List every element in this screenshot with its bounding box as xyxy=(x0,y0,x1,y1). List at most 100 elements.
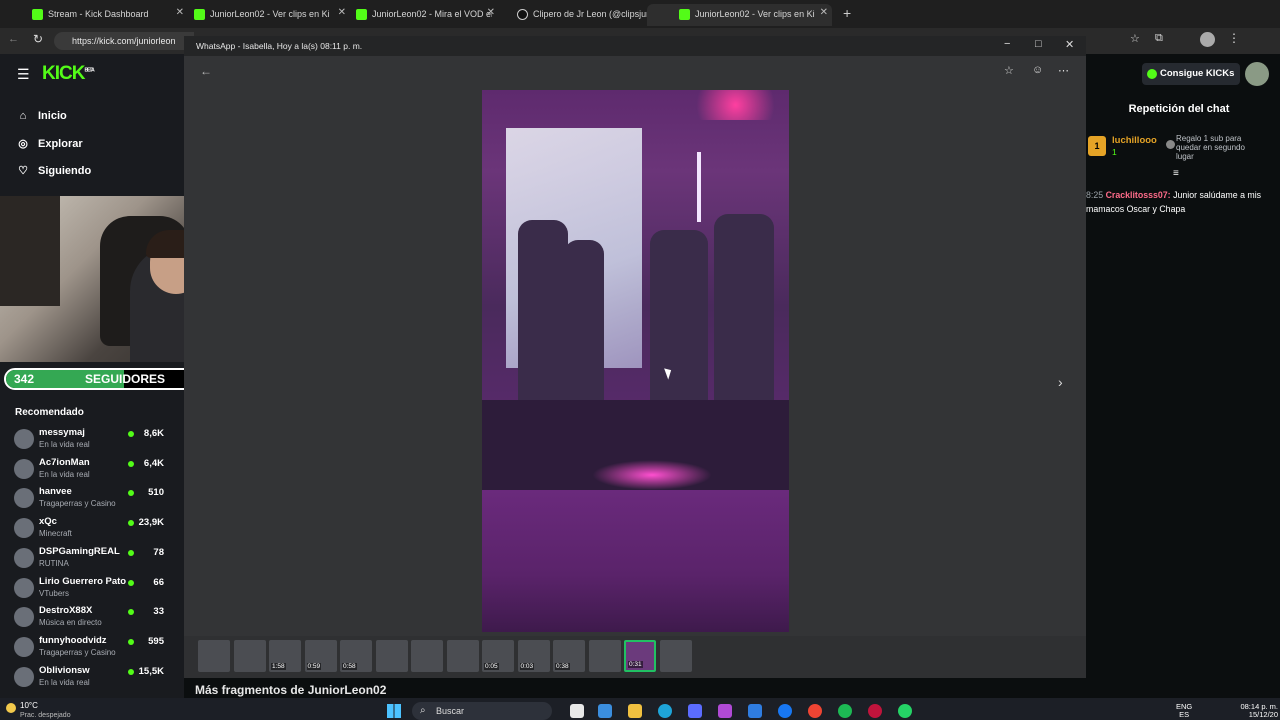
performer xyxy=(518,220,568,410)
app-icon[interactable] xyxy=(748,704,762,718)
browser-tab[interactable]: JuniorLeon02 - Ver clips en Kick ✕ xyxy=(162,4,350,26)
spotify-icon[interactable] xyxy=(838,704,852,718)
gifter-name[interactable]: luchillooo xyxy=(1112,135,1157,146)
media-thumbnail[interactable]: 0:38 xyxy=(553,640,585,672)
channel-category: Música en directo xyxy=(39,618,102,628)
emoji-icon[interactable]: ☺ xyxy=(1032,64,1043,76)
list-item[interactable]: Lirio Guerrero Pato VTubers 66 xyxy=(14,576,166,604)
windows-start-icon[interactable] xyxy=(387,704,401,718)
chat-user[interactable]: Cracklitosss07: xyxy=(1106,190,1171,200)
live-dot-icon xyxy=(128,460,134,467)
nav-siguiendo[interactable]: ♡ Siguiendo xyxy=(16,164,91,178)
app-icon[interactable] xyxy=(598,704,612,718)
get-kicks-button[interactable]: Consigue KICKs xyxy=(1142,63,1240,85)
media-thumbnail[interactable] xyxy=(411,640,443,672)
back-arrow-icon[interactable]: ← xyxy=(200,64,212,78)
media-thumbnail[interactable]: 0:05 xyxy=(482,640,514,672)
taskbar-search[interactable]: ⌕ Buscar xyxy=(412,702,552,720)
live-dot-icon xyxy=(128,668,134,675)
home-icon: ⌂ xyxy=(19,110,27,122)
stage-light xyxy=(682,90,789,120)
browser-tab[interactable]: JuniorLeon02 - Ver clips en Kick ✕ xyxy=(647,4,832,26)
app-icon[interactable] xyxy=(868,704,882,718)
menu-icon[interactable]: ⋮ xyxy=(1228,31,1240,45)
app-icon[interactable] xyxy=(808,704,822,718)
thumbnail-duration: 0:38 xyxy=(555,663,570,670)
media-thumbnail[interactable] xyxy=(588,640,621,672)
light-bar xyxy=(697,152,701,222)
kick-logo[interactable]: KICKBETA xyxy=(42,63,95,85)
avatar xyxy=(14,429,34,449)
viewer-count: 78 xyxy=(153,546,164,558)
performer xyxy=(650,230,708,410)
app-icon[interactable] xyxy=(570,704,584,718)
list-item[interactable]: hanvee Tragaperras y Casino 510 xyxy=(14,486,166,514)
folder-icon[interactable] xyxy=(628,704,642,718)
chat-replay-title: Repetición del chat xyxy=(1128,103,1230,115)
list-item[interactable]: DestroX88X Música en directo 33 xyxy=(14,605,166,633)
new-tab-button[interactable]: + xyxy=(843,5,851,21)
more-icon[interactable]: ⋯ xyxy=(1058,64,1069,77)
list-item[interactable]: messymaj En la vida real 8,6K xyxy=(14,427,166,455)
url-field[interactable]: https://kick.com/juniorleon xyxy=(54,32,194,50)
browser-tab[interactable]: Clipero de Jr Leon (@clipsjuniorle✕ xyxy=(485,4,670,26)
hamburger-icon[interactable]: ☰ xyxy=(17,66,30,83)
language-indicator[interactable]: ENG ES xyxy=(1176,703,1192,719)
profile-icon[interactable] xyxy=(1200,32,1215,47)
viewer-count: 33 xyxy=(153,606,164,618)
whatsapp-title: WhatsApp - Isabella, Hoy a la(s) 08:11 p… xyxy=(196,41,363,51)
browser-tab[interactable]: Stream - Kick Dashboard ✕ xyxy=(0,4,188,26)
live-dot-icon xyxy=(128,431,134,437)
browser-tab[interactable]: JuniorLeon02 - Mira el VOD en Kick✕ xyxy=(324,4,499,26)
avatar[interactable] xyxy=(1245,62,1269,86)
list-item[interactable]: Oblivionsw En la vida real 15,5K xyxy=(14,665,166,693)
media-thumbnail[interactable] xyxy=(233,640,266,672)
weather-widget[interactable]: 10°C Prac. despejado xyxy=(20,701,71,720)
media-thumbnail[interactable] xyxy=(375,640,408,672)
filter-icon[interactable]: ≡ xyxy=(1173,168,1179,179)
nav-inicio[interactable]: ⌂ Inicio xyxy=(16,110,67,122)
extensions-icon[interactable]: ⧉ xyxy=(1155,32,1163,45)
nav-explorar[interactable]: ◎ Explorar xyxy=(16,137,82,151)
media-thumbnail[interactable] xyxy=(446,640,479,672)
reload-icon[interactable]: ↻ xyxy=(33,32,43,46)
channel-name: Lirio Guerrero Pato xyxy=(39,575,127,587)
store-icon[interactable] xyxy=(688,704,702,718)
more-fragments-title: Más fragmentos de JuniorLeon02 xyxy=(195,683,387,697)
avatar xyxy=(14,547,34,568)
channel-category: Minecraft xyxy=(39,529,72,539)
whatsapp-icon[interactable] xyxy=(898,704,912,718)
next-arrow-icon[interactable]: › xyxy=(1058,374,1063,390)
channel-category: En la vida real xyxy=(39,677,90,687)
facebook-icon[interactable] xyxy=(778,704,792,718)
thumbnail-duration: 1:58 xyxy=(271,663,286,670)
close-icon[interactable]: ✕ xyxy=(1065,38,1074,51)
clock[interactable]: 08:14 p. m. 15/12/20 xyxy=(1238,703,1278,719)
list-item[interactable]: DSPGamingREAL RUTINA 78 xyxy=(14,546,166,574)
list-item[interactable]: xQc Minecraft 23,9K xyxy=(14,516,166,544)
media-thumbnail[interactable]: 1:58 xyxy=(269,640,301,672)
media-thumbnail[interactable]: 0:31 xyxy=(624,640,656,672)
media-thumbnail[interactable] xyxy=(198,640,230,672)
video-player[interactable] xyxy=(482,90,789,632)
viewer-count: 595 xyxy=(148,635,164,647)
star-icon[interactable]: ☆ xyxy=(1004,64,1014,77)
channel-name: DSPGamingREAL xyxy=(39,545,120,557)
star-icon[interactable]: ☆ xyxy=(1130,32,1140,45)
minimize-icon[interactable]: − xyxy=(1004,38,1010,50)
list-item[interactable]: funnyhoodvidz Tragaperras y Casino 595 xyxy=(14,635,166,663)
thumbnail-duration: 0:31 xyxy=(628,661,643,668)
list-item[interactable]: Ac7ionMan En la vida real 6,4K xyxy=(14,457,166,485)
channel-name: Ac7ionMan xyxy=(39,456,90,468)
edge-icon[interactable] xyxy=(658,704,672,718)
channel-name: Oblivionsw xyxy=(39,664,90,676)
back-icon[interactable]: ← xyxy=(8,33,19,45)
app-icon[interactable] xyxy=(718,704,732,718)
avatar xyxy=(14,488,34,509)
media-thumbnail[interactable]: 0:58 xyxy=(340,640,372,672)
media-thumbnail[interactable]: 0:03 xyxy=(517,640,550,672)
media-thumbnail[interactable]: 0:59 xyxy=(304,640,337,672)
maximize-icon[interactable]: □ xyxy=(1035,38,1042,50)
media-thumbnail[interactable] xyxy=(659,640,692,672)
close-icon[interactable]: ✕ xyxy=(820,7,828,18)
